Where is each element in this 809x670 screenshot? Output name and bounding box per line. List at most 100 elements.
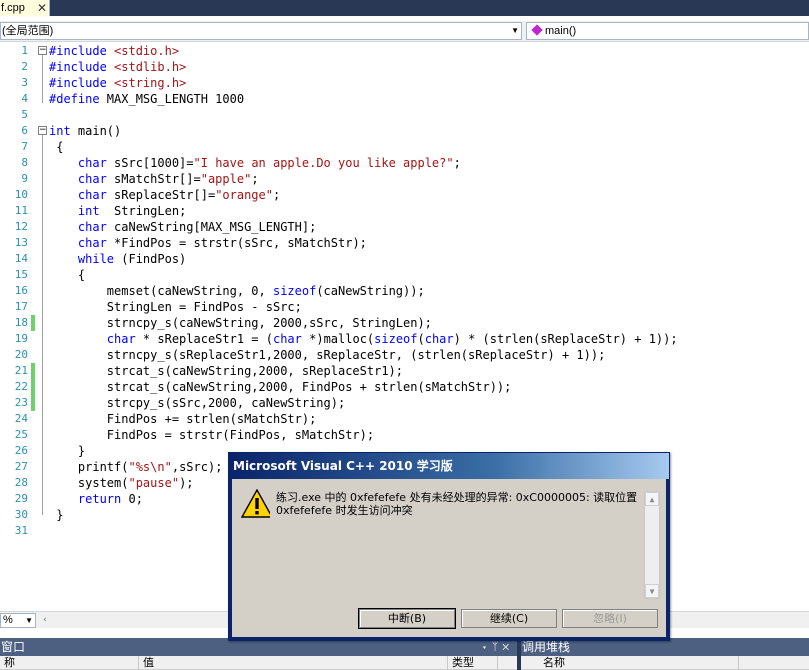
change-marker <box>31 395 35 411</box>
code-line[interactable]: 25 FindPos = strstr(FindPos, sMatchStr); <box>0 427 809 443</box>
code-token: ); <box>179 476 194 490</box>
code-line[interactable]: 22 strcat_s(caNewString,2000, FindPos + … <box>0 379 809 395</box>
line-number: 30 <box>14 508 28 521</box>
chevron-down-icon: ▼ <box>511 26 519 35</box>
code-line[interactable]: 11 int StringLen; <box>0 203 809 219</box>
code-line[interactable]: 6 int main() <box>0 123 809 139</box>
code-token: char <box>77 188 107 202</box>
code-token: ; <box>453 156 461 170</box>
document-tab-strip: f.cpp ✕ <box>0 0 809 16</box>
line-number: 5 <box>21 108 28 121</box>
pin-icon[interactable]: ᛘ <box>492 641 503 653</box>
code-line[interactable]: 15 { <box>0 267 809 283</box>
code-token: #include <box>49 76 115 90</box>
code-line[interactable]: 19 char * sReplaceStr1 = (char *)malloc(… <box>0 331 809 347</box>
code-token: int <box>77 204 100 218</box>
code-token: *FindPos = strstr(sSrc, sMatchStr); <box>106 236 367 250</box>
line-number: 14 <box>14 252 28 265</box>
scope-dropdown[interactable]: (全局范围) ▼ <box>0 22 522 40</box>
code-line[interactable]: 24 FindPos += strlen(sMatchStr); <box>0 411 809 427</box>
column-name[interactable]: 称 <box>0 656 139 670</box>
code-token: char <box>106 332 136 346</box>
chevron-down-icon[interactable]: ▾ <box>481 641 492 653</box>
code-token: char <box>424 332 454 346</box>
code-text: #include <stdio.h> <box>49 43 179 59</box>
code-token: "I have an apple.Do you like apple?" <box>193 156 454 170</box>
close-icon[interactable]: ✕ <box>37 0 47 16</box>
code-token: { <box>49 140 64 154</box>
column-name[interactable]: 名称 <box>539 656 739 670</box>
code-text: strncpy_s(caNewString, 2000,sSrc, String… <box>49 315 432 331</box>
code-text: { <box>49 267 85 283</box>
code-line[interactable]: 14 while (FindPos) <box>0 251 809 267</box>
code-line[interactable]: 20 strncpy_s(sReplaceStr1,2000, sReplace… <box>0 347 809 363</box>
watch-pane-header: 称 值 类型 <box>0 656 517 670</box>
code-token: sizeof <box>272 284 317 298</box>
code-line[interactable]: 10 char sReplaceStr[]="orange"; <box>0 187 809 203</box>
watch-pane-title-text: 窗口 <box>1 640 26 654</box>
line-number: 24 <box>14 412 28 425</box>
code-line[interactable]: 2 #include <stdlib.h> <box>0 59 809 75</box>
code-token: "orange" <box>215 188 273 202</box>
code-token: { <box>49 268 86 282</box>
tab-label: f.cpp <box>1 2 25 14</box>
code-token: * sReplaceStr1 = ( <box>135 332 273 346</box>
column-value[interactable]: 值 <box>139 656 448 670</box>
navigation-bar: (全局范围) ▼ main() <box>0 21 809 42</box>
line-number: 12 <box>14 220 28 233</box>
code-line[interactable]: 9 char sMatchStr[]="apple"; <box>0 171 809 187</box>
code-line[interactable]: 4 #define MAX_MSG_LENGTH 1000 <box>0 91 809 107</box>
code-line[interactable]: 7 { <box>0 139 809 155</box>
code-line[interactable]: 3 #include <string.h> <box>0 75 809 91</box>
code-line[interactable]: 5 <box>0 107 809 123</box>
scroll-up-icon[interactable]: ▲ <box>645 492 659 506</box>
code-token: strcpy_s(sSrc,2000, caNewString); <box>49 396 346 410</box>
code-text: while (FindPos) <box>49 251 186 267</box>
code-token: sReplaceStr[]= <box>106 188 216 202</box>
code-text: char * sReplaceStr1 = (char *)malloc(siz… <box>49 331 678 347</box>
code-token: char <box>77 220 107 234</box>
line-number: 9 <box>21 172 28 185</box>
code-line[interactable]: 8 char sSrc[1000]="I have an apple.Do yo… <box>0 155 809 171</box>
code-text: strcat_s(caNewString,2000, FindPos + str… <box>49 379 512 395</box>
zoom-dropdown[interactable]: % ▼ <box>0 613 36 628</box>
code-line[interactable]: 23 strcpy_s(sSrc,2000, caNewString); <box>0 395 809 411</box>
code-token: char <box>77 172 107 186</box>
code-line[interactable]: 21 strcat_s(caNewString,2000, sReplaceSt… <box>0 363 809 379</box>
close-icon[interactable]: ✕ <box>502 641 513 653</box>
call-stack-title-text: 调用堆栈 <box>522 640 571 654</box>
change-marker <box>31 315 35 331</box>
dialog-body: 练习.exe 中的 0xfefefefe 处有未经处理的异常: 0xC00000… <box>232 479 666 637</box>
method-icon <box>531 24 543 36</box>
scroll-down-icon[interactable]: ▼ <box>645 584 659 598</box>
tab-f-cpp[interactable]: f.cpp ✕ <box>0 0 50 16</box>
code-token: main() <box>70 124 122 138</box>
ignore-button[interactable]: 忽略(I) <box>562 609 658 628</box>
message-scrollbar[interactable]: ▲ ▼ <box>644 491 660 599</box>
line-number: 13 <box>14 236 28 249</box>
code-line[interactable]: 16 memset(caNewString, 0, sizeof(caNewSt… <box>0 283 809 299</box>
code-text: StringLen = FindPos - sSrc; <box>49 299 302 315</box>
line-number: 2 <box>21 60 28 73</box>
code-text: strcat_s(caNewString,2000, sReplaceStr1)… <box>49 363 403 379</box>
code-token: int <box>49 124 71 138</box>
code-token: } <box>49 508 64 522</box>
chevron-down-icon: ▼ <box>25 616 33 625</box>
code-token: ,sSrc); <box>171 460 223 474</box>
code-line[interactable]: 17 StringLen = FindPos - sSrc; <box>0 299 809 315</box>
code-line[interactable]: 1 #include <stdio.h> <box>0 43 809 59</box>
column-type[interactable]: 类型 <box>448 656 498 670</box>
code-token: printf( <box>49 460 129 474</box>
code-line[interactable]: 18 strncpy_s(caNewString, 2000,sSrc, Str… <box>0 315 809 331</box>
code-line[interactable]: 12 char caNewString[MAX_MSG_LENGTH]; <box>0 219 809 235</box>
continue-button[interactable]: 继续(C) <box>461 609 557 628</box>
scroll-left-icon[interactable]: ‹ <box>38 613 52 628</box>
call-stack-header: 名称 <box>521 656 809 670</box>
code-token: StringLen = FindPos - sSrc; <box>49 300 302 314</box>
code-line[interactable]: 13 char *FindPos = strstr(sSrc, sMatchSt… <box>0 235 809 251</box>
member-dropdown[interactable]: main() <box>526 22 809 40</box>
break-button[interactable]: 中断(B) <box>358 608 456 629</box>
